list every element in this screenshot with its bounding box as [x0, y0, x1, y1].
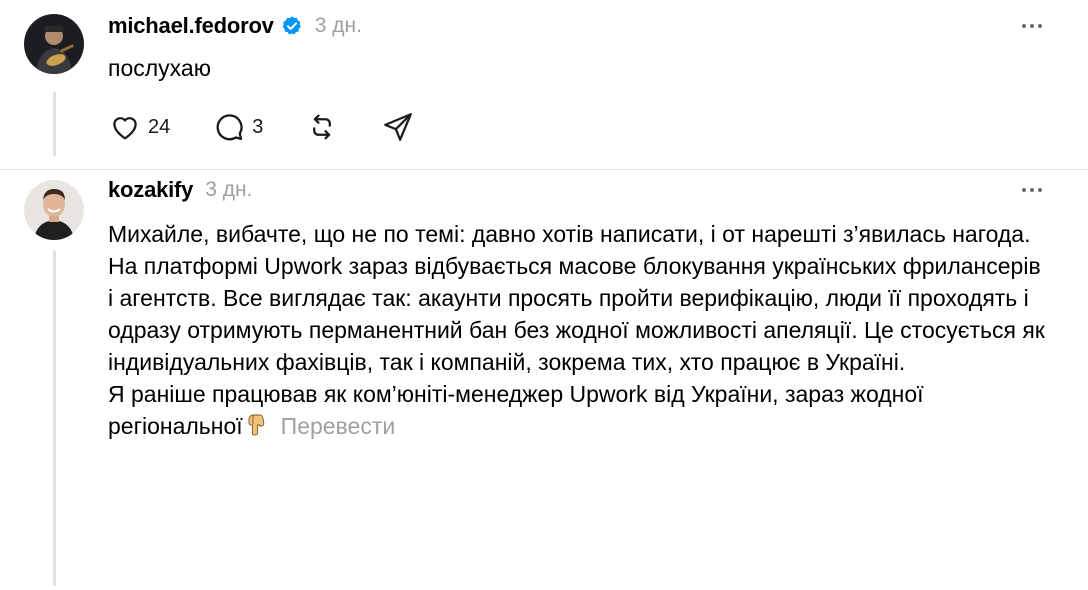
- post-timestamp[interactable]: 3 дн.: [205, 178, 252, 202]
- post-text: послухаю: [108, 55, 211, 81]
- translate-link[interactable]: Перевести: [281, 413, 396, 439]
- thread-line: [53, 250, 56, 586]
- post-header: michael.fedorov 3 дн.: [108, 10, 362, 42]
- heart-icon: [113, 117, 137, 140]
- post-timestamp[interactable]: 3 дн.: [315, 14, 362, 38]
- paragraph: Я раніше працював як ком’юніті-менеджер …: [108, 378, 1048, 442]
- repost-icon: [313, 114, 332, 140]
- username[interactable]: kozakify: [108, 177, 193, 203]
- post-michael-fedorov: michael.fedorov 3 дн. послухаю 24 3: [0, 0, 1088, 170]
- paragraph-text: Я раніше працював як ком’юніті-менеджер …: [108, 381, 924, 439]
- paragraph: Михайле, вибачте, що не по темі: давно х…: [108, 221, 1031, 247]
- more-icon[interactable]: [1022, 24, 1042, 28]
- pointing-down-hand-icon: [245, 413, 269, 437]
- repost-button[interactable]: [305, 110, 339, 144]
- thread-view: michael.fedorov 3 дн. послухаю 24 3 koza…: [0, 0, 1088, 590]
- reply-button[interactable]: 3: [212, 110, 263, 144]
- thread-line: [53, 92, 56, 156]
- reply-count: 3: [252, 115, 264, 138]
- avatar[interactable]: [24, 180, 84, 240]
- verified-icon: [281, 15, 303, 37]
- post-actions: 24 3: [108, 110, 457, 144]
- post-header: kozakify 3 дн.: [108, 174, 252, 206]
- like-button[interactable]: 24: [108, 110, 170, 144]
- more-icon[interactable]: [1022, 188, 1042, 192]
- like-count: 24: [148, 115, 171, 138]
- paragraph: На платформі Upwork зараз відбувається м…: [108, 253, 1045, 375]
- username[interactable]: michael.fedorov: [108, 13, 274, 39]
- avatar[interactable]: [24, 14, 84, 74]
- share-button[interactable]: [381, 110, 415, 144]
- share-icon: [384, 113, 413, 141]
- comment-icon: [216, 114, 243, 141]
- post-text: Михайле, вибачте, що не по темі: давно х…: [108, 218, 1048, 442]
